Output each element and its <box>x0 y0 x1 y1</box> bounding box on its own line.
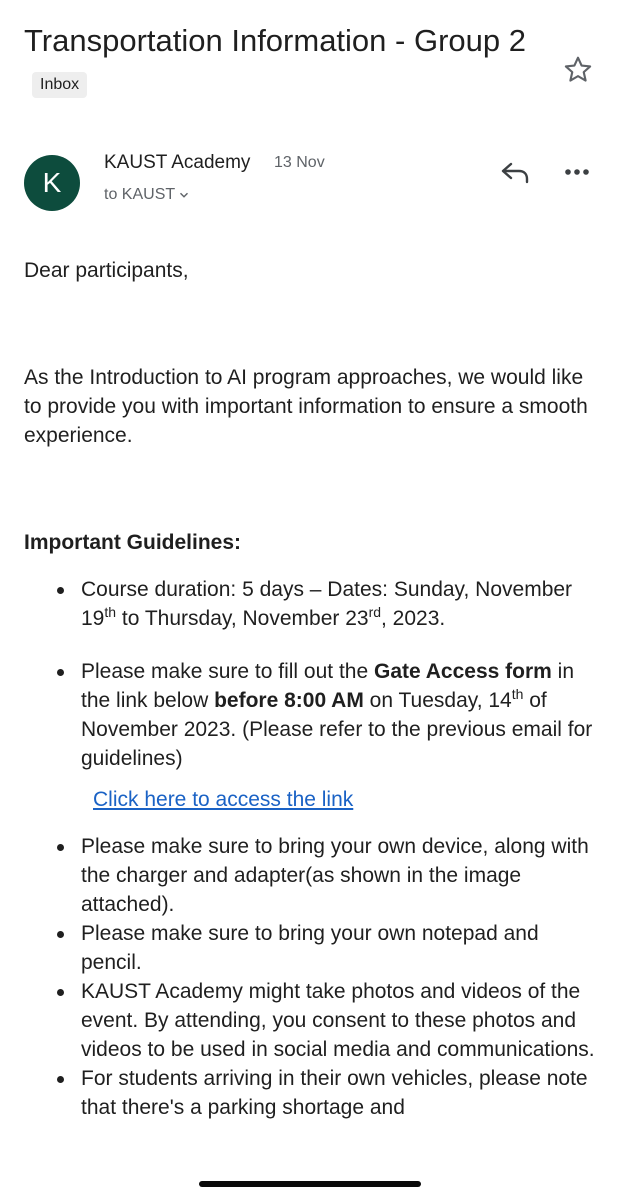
item-text: KAUST Academy might take photos and vide… <box>81 980 595 1061</box>
list-item: Course duration: 5 days – Dates: Sunday,… <box>24 575 599 633</box>
subject-text: Transportation Information - Group 2 <box>24 23 526 58</box>
access-link[interactable]: Click here to access the link <box>93 788 353 811</box>
guidelines-list-continued: Please make sure to bring your own devic… <box>24 832 599 1122</box>
ordinal-suffix: th <box>511 686 524 702</box>
bullet-icon <box>57 587 64 594</box>
item-text: to Thursday, November 23 <box>116 607 369 630</box>
ordinal-suffix: th <box>104 604 117 620</box>
sender-name[interactable]: KAUST Academy <box>104 152 250 174</box>
item-text: Please make sure to bring your own notep… <box>81 922 539 974</box>
sender-avatar[interactable]: K <box>24 155 80 211</box>
email-subject: Transportation Information - Group 2 Inbo… <box>24 18 544 110</box>
chevron-down-icon <box>180 192 189 198</box>
guidelines-list: Course duration: 5 days – Dates: Sunday,… <box>24 575 599 773</box>
list-item: Please make sure to bring your own devic… <box>24 832 599 919</box>
item-text: Please make sure to bring your own devic… <box>81 835 589 916</box>
list-item: For students arriving in their own vehic… <box>24 1064 599 1122</box>
guidelines-heading: Important Guidelines: <box>24 531 242 554</box>
bullet-icon <box>57 844 64 851</box>
item-bold-text: before 8:00 AM <box>214 689 364 712</box>
item-text: on Tuesday, 14 <box>363 689 512 712</box>
ordinal-suffix: rd <box>368 604 382 620</box>
list-item: Please make sure to bring your own notep… <box>24 919 599 977</box>
link-line: Click here to access the link <box>24 785 599 814</box>
item-text: , 2023. <box>381 607 446 630</box>
recipient-details-toggle[interactable]: to KAUST <box>104 186 189 204</box>
item-bold-text: Gate Access form <box>374 660 552 683</box>
inbox-label-chip[interactable]: Inbox <box>32 71 88 98</box>
star-outline-icon[interactable] <box>562 54 594 86</box>
more-horizontal-icon[interactable] <box>562 160 592 184</box>
email-body: Dear participants, As the Introduction t… <box>24 256 599 1122</box>
home-indicator[interactable] <box>199 1181 421 1187</box>
item-text: Please make sure to fill out the <box>81 660 374 683</box>
bullet-icon <box>57 989 64 996</box>
greeting-text: Dear participants, <box>24 259 189 282</box>
list-item: KAUST Academy might take photos and vide… <box>24 977 599 1064</box>
recipient-text: to KAUST <box>104 186 176 203</box>
bullet-icon <box>57 1076 64 1083</box>
item-text: For students arriving in their own vehic… <box>81 1067 588 1119</box>
reply-icon[interactable] <box>498 158 532 188</box>
intro-paragraph: As the Introduction to AI program approa… <box>24 366 588 447</box>
list-item: Please make sure to fill out the Gate Ac… <box>24 657 599 773</box>
bullet-icon <box>57 931 64 938</box>
email-date: 13 Nov <box>274 154 325 171</box>
bullet-icon <box>57 669 64 676</box>
